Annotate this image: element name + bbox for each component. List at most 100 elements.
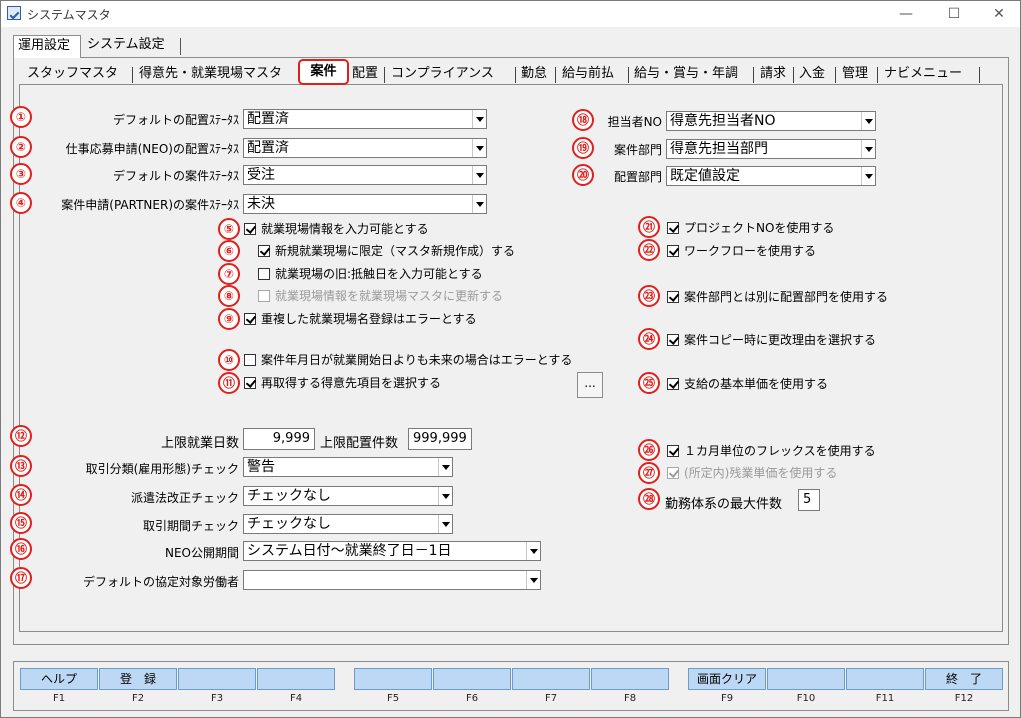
anken-bumon-select[interactable]: 得意先担当部門	[666, 139, 876, 159]
select-tokuisaki-items-button[interactable]: ...	[577, 372, 603, 398]
tab-separator	[877, 67, 878, 83]
annotation-badge: ㉒	[638, 239, 660, 261]
kyotei-worker-label: デフォルトの協定対象労働者	[82, 575, 239, 589]
haichi-bumon-label: 配置部門	[613, 170, 662, 184]
title-bar: システムマスタ — ☐ ✕	[1, 1, 1020, 27]
clear-screen-button[interactable]: 画面クリア	[688, 668, 766, 690]
checkbox-new-genba-only[interactable]: 新規就業現場に限定（マスタ新規作成）する	[258, 243, 515, 259]
checkbox-icon[interactable]	[244, 354, 256, 366]
work-days-limit-input[interactable]: 9,999	[243, 428, 315, 450]
placement-limit-input[interactable]: 999,999	[408, 428, 472, 450]
tab-kyuyo-maebarai[interactable]: 給与前払	[562, 63, 614, 85]
torihiki-kikan-select[interactable]: チェックなし	[243, 514, 453, 534]
f4-button[interactable]	[257, 668, 335, 690]
partner-anken-status-select[interactable]: 未決	[243, 194, 487, 214]
partner-anken-status-label: 案件申請(PARTNER)の案件ｽﾃｰﾀｽ	[61, 198, 239, 212]
checkbox-workflow[interactable]: ワークフローを使用する	[667, 243, 816, 259]
chevron-down-icon[interactable]	[472, 139, 486, 157]
annotation-badge: ⑱	[572, 109, 594, 131]
fkey-label: F6	[465, 693, 479, 704]
checkbox-check-icon[interactable]	[244, 377, 256, 389]
tantosha-no-select[interactable]: 得意先担当者NO	[666, 111, 876, 131]
tab-seikyu[interactable]: 請求	[760, 63, 786, 85]
tab-nyukin[interactable]: 入金	[799, 63, 825, 85]
checkbox-check-icon[interactable]	[667, 222, 679, 234]
checkbox-copy-reason[interactable]: 案件コピー時に更改理由を選択する	[667, 332, 876, 348]
f6-button[interactable]	[433, 668, 511, 690]
chevron-down-icon[interactable]	[438, 515, 452, 533]
chevron-down-icon[interactable]	[438, 458, 452, 476]
f10-button[interactable]	[767, 668, 845, 690]
checkbox-base-unit-price[interactable]: 支給の基本単価を使用する	[667, 376, 828, 392]
maximize-button[interactable]: ☐	[931, 1, 977, 27]
kyotei-worker-select[interactable]	[243, 570, 541, 590]
checkbox-old-teishokubi[interactable]: 就業現場の旧:抵触日を入力可能とする	[258, 266, 483, 282]
checkbox-check-icon[interactable]	[667, 245, 679, 257]
chevron-down-icon[interactable]	[472, 195, 486, 213]
checkbox-reacquire-tokuisaki[interactable]: 再取得する得意先項目を選択する	[244, 375, 441, 391]
tab-staff-master[interactable]: スタッフマスタ	[27, 63, 118, 85]
tab-separator	[555, 67, 556, 83]
checkbox-monthly-flex[interactable]: １カ月単位のフレックスを使用する	[667, 443, 876, 459]
tab-unyou-settei[interactable]: 運用設定	[13, 35, 81, 58]
tab-kanri[interactable]: 管理	[842, 63, 868, 85]
fkey-label: F4	[289, 693, 303, 704]
checkbox-project-no[interactable]: プロジェクトNOを使用する	[667, 220, 834, 236]
exit-button[interactable]: 終 了	[925, 668, 1003, 690]
tab-tokuisaki-master[interactable]: 得意先・就業現場マスタ	[139, 63, 282, 85]
checkbox-icon[interactable]	[258, 268, 270, 280]
help-button[interactable]: ヘルプ	[20, 668, 98, 690]
checkbox-check-icon[interactable]	[244, 313, 256, 325]
chevron-down-icon[interactable]	[472, 166, 486, 184]
default-haichi-status-select[interactable]: 配置済	[243, 109, 487, 129]
max-work-systems-input[interactable]: 5	[798, 489, 820, 511]
annotation-badge: ㉑	[638, 216, 660, 238]
tab-compliance[interactable]: コンプライアンス	[391, 63, 494, 85]
chevron-down-icon[interactable]	[861, 167, 875, 185]
torihiki-bunrui-select[interactable]: 警告	[243, 457, 453, 477]
checkbox-check-icon[interactable]	[244, 223, 256, 235]
close-button[interactable]: ✕	[976, 1, 1021, 27]
tab-haichi[interactable]: 配置	[352, 63, 378, 85]
chevron-down-icon[interactable]	[526, 571, 540, 589]
chevron-down-icon[interactable]	[526, 542, 540, 560]
register-button[interactable]: 登 録	[99, 668, 177, 690]
tab-system-settei[interactable]: システム設定	[83, 35, 169, 57]
default-anken-status-label: デフォルトの案件ｽﾃｰﾀｽ	[112, 169, 239, 183]
checkbox-check-icon[interactable]	[667, 445, 679, 457]
neo-kokai-kikan-select[interactable]: システム日付〜就業終了日－1日	[243, 541, 541, 561]
checkbox-check-icon[interactable]	[667, 291, 679, 303]
checkbox-future-date-error[interactable]: 案件年月日が就業開始日よりも未来の場合はエラーとする	[244, 352, 572, 368]
haichi-bumon-select[interactable]: 既定値設定	[666, 166, 876, 186]
fkey-label: F7	[544, 693, 558, 704]
f7-button[interactable]	[512, 668, 590, 690]
checkbox-check-icon[interactable]	[667, 378, 679, 390]
tab-anken[interactable]: 案件	[298, 59, 349, 85]
annotation-badge: ①	[10, 106, 32, 128]
tab-separator	[793, 67, 794, 83]
torihiki-kikan-label: 取引期間チェック	[142, 519, 239, 533]
f5-button[interactable]	[354, 668, 432, 690]
default-anken-status-select[interactable]: 受注	[243, 165, 487, 185]
checkbox-duplicate-genba-error[interactable]: 重複した就業現場名登録はエラーとする	[244, 311, 477, 327]
tab-kintai[interactable]: 勤怠	[521, 63, 547, 85]
f11-button[interactable]	[846, 668, 924, 690]
checkbox-separate-haichi-bumon[interactable]: 案件部門とは別に配置部門を使用する	[667, 289, 888, 305]
f8-button[interactable]	[591, 668, 669, 690]
annotation-badge: ⑭	[10, 484, 32, 506]
chevron-down-icon[interactable]	[861, 140, 875, 158]
default-haichi-status-label: デフォルトの配置ｽﾃｰﾀｽ	[112, 113, 239, 127]
minimize-button[interactable]: —	[883, 1, 929, 27]
checkbox-check-icon[interactable]	[258, 245, 270, 257]
tab-kyuyo-shoyo-nencho[interactable]: 給与・賞与・年調	[634, 63, 738, 85]
chevron-down-icon[interactable]	[438, 487, 452, 505]
haken-hou-select[interactable]: チェックなし	[243, 486, 453, 506]
chevron-down-icon[interactable]	[472, 110, 486, 128]
checkbox-genba-input[interactable]: 就業現場情報を入力可能とする	[244, 221, 429, 237]
f3-button[interactable]	[178, 668, 256, 690]
chevron-down-icon[interactable]	[861, 112, 875, 130]
checkbox-check-icon[interactable]	[667, 334, 679, 346]
neo-haichi-status-label: 仕事応募申請(NEO)の配置ｽﾃｰﾀｽ	[65, 142, 239, 156]
tab-navi-menu[interactable]: ナビメニュー	[884, 63, 962, 85]
neo-haichi-status-select[interactable]: 配置済	[243, 138, 487, 158]
